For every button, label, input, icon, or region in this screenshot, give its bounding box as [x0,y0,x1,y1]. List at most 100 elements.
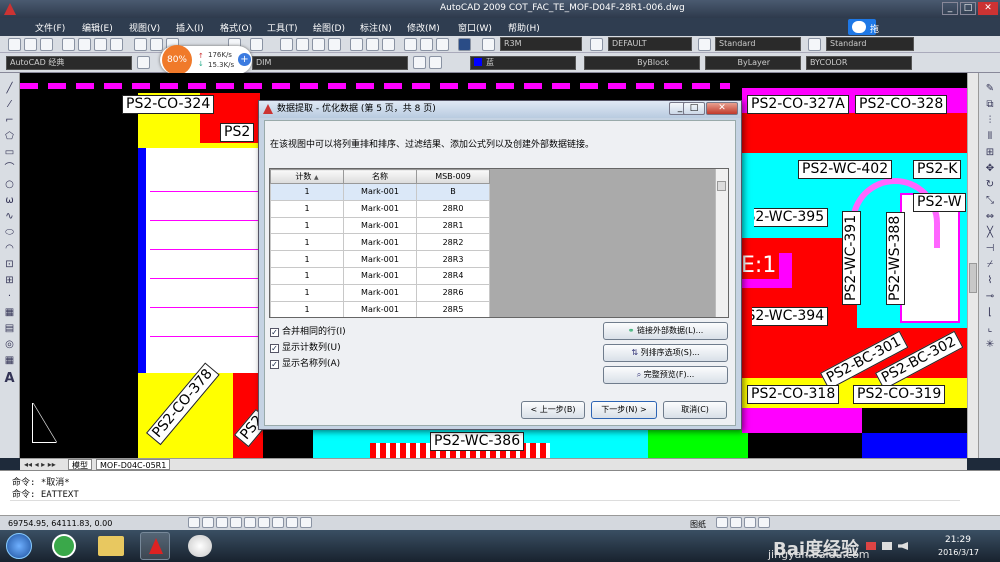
workspace-select[interactable]: AutoCAD 经典 [6,56,132,70]
construction-line-icon[interactable]: ⁄ [3,99,16,110]
table-row[interactable]: 1 Mark-001 28R3 [270,250,490,268]
polyline-icon[interactable]: ⌐ [3,115,16,126]
table-row[interactable]: 1 Mark-001 28R6 [270,283,490,302]
cell-msb[interactable]: 28R6 [416,283,490,302]
merge-rows-checkbox[interactable]: ✓ 合并相同的行(I) [270,324,346,337]
workspace-settings-icon[interactable] [137,56,150,69]
cell-name[interactable]: Mark-001 [343,216,417,235]
cell-msb[interactable]: 28R4 [416,266,490,285]
move-icon[interactable]: ✥ [983,163,997,174]
menu-format[interactable]: 格式(O) [220,21,252,34]
cell-count[interactable]: 1 [270,250,344,268]
scroll-thumb[interactable] [969,263,977,293]
cell-msb[interactable]: 28R3 [416,250,490,268]
arc-icon[interactable]: ⌒ [3,163,16,174]
snap-toggle-icon[interactable] [188,517,200,528]
cell-name[interactable]: Mark-001 [343,266,417,285]
taskbar-explorer-icon[interactable] [98,536,124,556]
plotstyle-select[interactable]: BYCOLOR [806,56,912,70]
cell-msb[interactable]: 28R2 [416,233,490,252]
cell-name[interactable]: Mark-001 [343,183,417,201]
break-at-point-icon[interactable]: ⌿ [983,259,997,270]
array-icon[interactable]: ⊞ [983,147,997,158]
start-button[interactable] [6,533,32,559]
layer-previous-icon[interactable] [429,56,442,69]
cell-name[interactable]: Mark-001 [343,199,417,218]
tab-model[interactable]: 模型 [68,459,92,470]
cell-name[interactable]: Mark-001 [343,283,417,302]
save-icon[interactable] [40,38,53,51]
cell-msb[interactable]: 28R0 [416,199,490,218]
cell-count[interactable]: 1 [270,233,344,252]
insert-block-icon[interactable]: ⊡ [3,259,16,270]
pan-icon[interactable] [280,38,293,51]
taskbar-paint-icon[interactable] [188,535,212,557]
table-style-select[interactable]: Standard [715,37,801,51]
clock-date[interactable]: 2016/3/17 [938,548,979,557]
point-icon[interactable]: · [3,291,16,302]
dim-style-select[interactable]: DEFAULT [608,37,692,51]
command-window[interactable]: 命令: *取消* 命令: EATTEXT [0,470,1000,515]
table-row[interactable]: 1 Mark-001 28R0 [270,199,490,218]
clock-time[interactable]: 21:29 [945,535,971,545]
revcloud-icon[interactable]: ω [3,195,16,206]
close-button[interactable]: ✕ [978,2,998,15]
quickcalc-icon[interactable] [436,38,449,51]
table-row[interactable]: 1 Mark-001 28R5 [270,300,490,317]
cell-count[interactable]: 1 [270,266,344,285]
menu-draw[interactable]: 绘图(D) [313,21,345,34]
zoom-realtime-icon[interactable] [296,38,309,51]
break-icon[interactable]: ⌇ [983,275,997,286]
ortho-toggle-icon[interactable] [216,517,228,528]
menu-dimension[interactable]: 标注(N) [360,21,392,34]
stretch-icon[interactable]: ⇔ [983,211,997,222]
line-icon[interactable]: ╱ [3,83,16,94]
table-row[interactable]: 1 Mark-001 28R2 [270,233,490,252]
grid-toggle-icon[interactable] [202,517,214,528]
col-header-count[interactable]: 计数 ▲ [270,169,344,184]
table-style-icon[interactable] [698,38,711,51]
scale-icon[interactable]: ⤡ [983,195,997,206]
cell-count[interactable]: 1 [270,183,344,201]
vertical-scrollbar[interactable] [967,73,978,458]
dim-style-icon[interactable] [590,38,603,51]
network-meter[interactable]: 80% 176K/s 15.3K/s ↑ ↓ + [160,45,252,75]
cancel-button[interactable]: 取消(C) [663,401,727,419]
paper-space-label[interactable]: 图纸 [690,519,706,530]
quick-view-drawings-icon[interactable] [730,517,742,528]
print-icon[interactable] [62,38,75,51]
show-name-checkbox[interactable]: ✓ 显示名称列(A) [270,356,340,369]
redo-icon[interactable] [250,38,263,51]
mtext-icon[interactable]: A [3,372,16,385]
rectangle-icon[interactable]: ▭ [3,147,16,158]
help-icon[interactable] [458,38,471,51]
chamfer-icon[interactable]: ⌊ [983,307,997,318]
offset-icon[interactable]: ⫴ [983,131,997,142]
mirror-icon[interactable]: ⫶ [983,115,997,126]
taskbar-360-icon[interactable] [52,534,76,558]
polygon-icon[interactable]: ⬠ [3,131,16,142]
menu-tools[interactable]: 工具(T) [267,21,298,34]
dialog-titlebar[interactable]: 数据提取 - 优化数据 (第 5 页，共 8 页) _ □ ✕ [259,101,741,118]
col-header-msb[interactable]: MSB-009 [416,169,490,184]
zoom-previous-icon[interactable] [328,38,341,51]
erase-icon[interactable]: ✎ [983,83,997,94]
text-style-select[interactable]: R3M [500,37,582,51]
publish-icon[interactable] [94,38,107,51]
ellipse-icon[interactable]: ⬭ [3,227,16,238]
extend-icon[interactable]: ⊣ [983,243,997,254]
boost-icon[interactable]: + [238,53,251,66]
3d-dwf-icon[interactable] [110,38,123,51]
menu-edit[interactable]: 编辑(E) [82,21,113,34]
properties-icon[interactable] [350,38,363,51]
full-preview-button[interactable]: ⌕ 完整预览(F)... [603,366,728,384]
cell-name[interactable]: Mark-001 [343,233,417,252]
tray-volume-icon[interactable] [898,542,908,550]
table-icon[interactable]: ▦ [3,355,16,366]
next-button[interactable]: 下一步(N) > [591,401,657,419]
menu-help[interactable]: 帮助(H) [508,21,540,34]
markup-icon[interactable] [420,38,433,51]
linetype-select[interactable]: ByBlock [584,56,700,70]
design-center-icon[interactable] [366,38,379,51]
menu-window[interactable]: 窗口(W) [458,21,492,34]
